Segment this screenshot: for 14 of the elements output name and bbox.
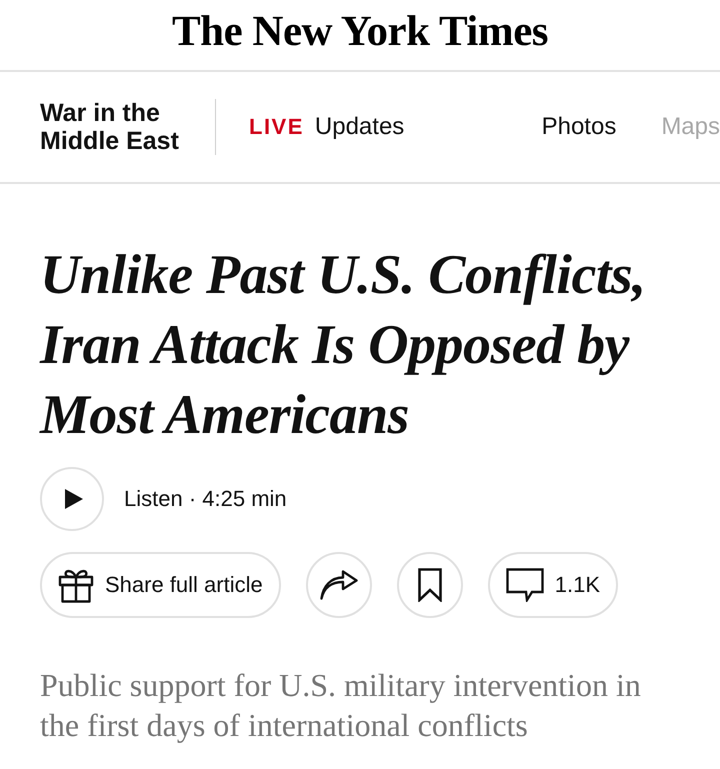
article-summary: Public support for U.S. military intervention in the first days of international conflicts xyxy=(40,666,642,745)
share-arrow-icon xyxy=(320,570,358,600)
article-headline: Unlike Past U.S. Conflicts, Iran Attack Is Opposed by Most Americans xyxy=(40,243,647,448)
live-updates-link[interactable]: LIVE Updates xyxy=(249,112,404,142)
section-title[interactable]: War in the Middle East xyxy=(40,99,192,155)
comments-button[interactable]: 1.1K xyxy=(488,552,618,618)
play-icon xyxy=(65,489,83,509)
comment-icon xyxy=(506,568,544,602)
listen-duration: Listen · 4:25 min xyxy=(124,486,287,512)
newspaper-logo[interactable]: The New York Times xyxy=(172,7,548,57)
bookmark-icon xyxy=(418,568,442,602)
gift-icon xyxy=(58,567,94,603)
nav-link[interactable]: Photos xyxy=(542,112,616,142)
share-full-article-button[interactable]: Share full article xyxy=(40,552,281,618)
